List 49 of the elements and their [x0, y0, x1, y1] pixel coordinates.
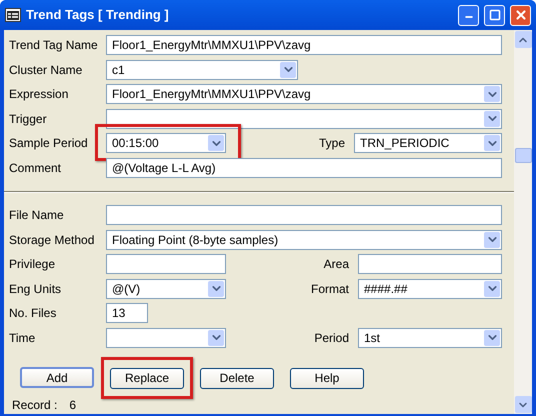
field-label: No. Files: [9, 305, 58, 322]
action-button[interactable]: Replace: [110, 368, 184, 388]
action-button[interactable]: Add: [20, 367, 94, 388]
field-label: Sample Period: [9, 135, 89, 152]
input-field[interactable]: [106, 254, 226, 274]
field-label: File Name: [9, 207, 65, 224]
field-label: Trigger: [9, 110, 48, 128]
field-label: Expression: [9, 86, 70, 104]
window-icon: [5, 8, 21, 22]
dropdown-field[interactable]: TRN_PERIODIC: [354, 133, 502, 154]
input-field[interactable]: Floor1_EnergyMtr\MMXU1\PPV\zavg: [106, 35, 502, 56]
action-button[interactable]: Delete: [200, 368, 274, 388]
dropdown-field[interactable]: [106, 108, 502, 129]
input-field[interactable]: [106, 205, 502, 226]
dropdown-field[interactable]: @(V): [106, 278, 226, 299]
input-field[interactable]: [358, 254, 502, 274]
maximize-icon: [488, 9, 500, 21]
field-label: Storage Method: [9, 232, 96, 249]
maximize-button[interactable]: [484, 4, 505, 26]
status-label: Record :: [12, 397, 58, 414]
minimize-button[interactable]: [458, 4, 479, 26]
close-button[interactable]: [510, 4, 531, 26]
dropdown-field[interactable]: 00:15:00: [106, 133, 226, 154]
scroll-thumb[interactable]: [514, 148, 532, 163]
scroll-up-icon[interactable]: [514, 31, 532, 48]
scrollbar[interactable]: [514, 30, 532, 414]
record-number: 6: [69, 397, 76, 414]
field-label: Eng Units: [9, 280, 62, 298]
field-label: Privilege: [9, 256, 56, 274]
field-label: Period: [314, 330, 349, 347]
action-button[interactable]: Help: [290, 368, 364, 388]
dropdown-field[interactable]: c1: [106, 60, 298, 80]
field-label: Area: [324, 256, 349, 274]
scroll-down-icon[interactable]: [514, 396, 532, 413]
field-label: Format: [310, 280, 349, 298]
field-label: Cluster Name: [9, 62, 84, 79]
field-label: Trend Tag Name: [9, 37, 99, 54]
field-label: Comment: [9, 160, 62, 177]
window-title: Trend Tags [ Trending ]: [26, 6, 170, 24]
dropdown-field[interactable]: [106, 328, 226, 348]
input-field[interactable]: @(Voltage L-L Avg): [106, 158, 502, 178]
close-icon: [514, 8, 528, 22]
field-label: Time: [9, 330, 36, 347]
dropdown-field[interactable]: Floor1_EnergyMtr\MMXU1\PPV\zavg: [106, 84, 502, 104]
dropdown-field[interactable]: Floating Point (8-byte samples): [106, 230, 502, 250]
dropdown-field[interactable]: 1st: [358, 328, 502, 348]
dropdown-field[interactable]: ####.##: [358, 278, 502, 299]
input-field[interactable]: 13: [106, 303, 148, 324]
field-label: Type: [318, 135, 345, 152]
